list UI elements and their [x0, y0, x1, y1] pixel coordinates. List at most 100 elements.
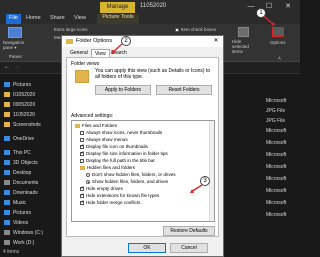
cancel-button[interactable]: Cancel	[170, 243, 208, 253]
nav-item-videos[interactable]: Videos	[4, 220, 28, 226]
file-type: Microsoft	[266, 212, 287, 218]
folder-icon	[66, 39, 73, 44]
option-dont-show-hidden[interactable]: Don't show hidden files, folders, or dri…	[86, 172, 176, 178]
tab-view[interactable]: View	[91, 49, 110, 57]
computer-icon	[4, 150, 10, 156]
checkbox-checked[interactable]	[80, 192, 85, 198]
file-type: JPG File	[266, 108, 286, 114]
dialog-close-button[interactable]: ✕	[210, 37, 222, 46]
checkbox[interactable]	[80, 158, 84, 163]
arrow-callout-1	[263, 15, 275, 26]
window-title: 11052020	[140, 3, 167, 9]
option-always-show-menus[interactable]: Always show menus	[80, 137, 128, 143]
nav-item-desktop[interactable]: Desktop	[4, 170, 31, 176]
options-label[interactable]: Options	[270, 40, 286, 45]
document-icon	[4, 180, 10, 186]
radio-button[interactable]	[86, 172, 90, 177]
file-type: Microsoft	[266, 176, 287, 182]
group-files-and-folders: Files and Folders	[75, 123, 117, 129]
option-hide-empty-drives[interactable]: Hide empty drives	[80, 185, 123, 192]
drive-icon	[4, 230, 10, 236]
nav-item-01052020[interactable]: 01052020	[4, 92, 35, 98]
checkbox-checked[interactable]	[80, 150, 85, 156]
apply-to-folders-button[interactable]: Apply to Folders	[95, 85, 151, 95]
cube-icon	[4, 160, 10, 166]
radio-button-selected[interactable]	[86, 179, 90, 184]
ribbon-tab-bar	[0, 14, 300, 24]
options-icon[interactable]	[272, 27, 284, 37]
desktop-icon	[4, 170, 10, 176]
nav-item-this-pc[interactable]: This PC	[4, 150, 31, 156]
ok-button[interactable]: OK	[128, 243, 166, 253]
checkbox[interactable]	[80, 130, 84, 135]
tab-general[interactable]: General	[67, 49, 91, 57]
dialog-title: Folder Options	[62, 36, 223, 47]
scrollbar[interactable]	[209, 121, 214, 221]
navigation-pane-label[interactable]: Navigation pane ▾	[3, 40, 33, 51]
option-display-file-size[interactable]: Display file size information in folder …	[80, 150, 168, 157]
group-hidden-files: Hidden files and folders	[80, 165, 135, 171]
hide-selected-label[interactable]: Hide selected items	[232, 39, 258, 54]
drive-icon	[4, 240, 10, 246]
reset-folders-button[interactable]: Reset Folders	[156, 85, 212, 95]
file-type: Microsoft	[266, 152, 287, 158]
nav-item-windows-c[interactable]: Windows (C:)	[4, 230, 43, 236]
tab-file[interactable]: File	[6, 14, 21, 24]
file-type: Microsoft	[266, 140, 287, 146]
nav-item-downloads[interactable]: Downloads	[4, 190, 38, 196]
video-icon	[4, 220, 10, 226]
navigation-pane-icon[interactable]	[8, 27, 22, 38]
tab-home[interactable]: Home	[26, 15, 41, 21]
nav-item-11052020[interactable]: 11052020	[4, 112, 35, 118]
extra-large-icons[interactable]: Extra large icons	[54, 27, 88, 32]
music-icon	[4, 200, 10, 206]
option-hide-extensions[interactable]: Hide extensions for known file types	[80, 192, 159, 199]
file-type: Microsoft	[266, 200, 287, 206]
folder-icon	[80, 165, 85, 170]
forward-arrow-icon[interactable]: →	[14, 64, 20, 70]
checkbox-checked[interactable]	[80, 143, 85, 149]
pictures-icon	[4, 82, 10, 88]
folder-icon	[4, 92, 10, 98]
checkbox-checked[interactable]	[80, 185, 85, 191]
manage-tab[interactable]: Manage	[100, 2, 135, 13]
restore-defaults-button[interactable]: Restore Defaults	[163, 226, 215, 236]
file-type: Microsoft	[266, 98, 287, 104]
option-display-full-path[interactable]: Display the full path in the title bar	[80, 158, 155, 164]
nav-item-screenshots[interactable]: Screenshots	[4, 122, 41, 128]
folder-views-heading: Folder views	[71, 61, 100, 67]
advanced-settings-heading: Advanced settings:	[71, 113, 114, 119]
item-check-boxes[interactable]: Item check boxes	[175, 27, 216, 32]
folder-icon	[4, 102, 10, 108]
option-show-hidden[interactable]: Show hidden files, folders, and drives	[86, 179, 168, 185]
back-arrow-icon[interactable]: ←	[4, 64, 10, 70]
nav-item-09052020[interactable]: 09052020	[4, 102, 35, 108]
tab-picture-tools[interactable]: Picture Tools	[97, 14, 139, 24]
nav-item-onedrive[interactable]: OneDrive	[4, 136, 34, 142]
tab-share[interactable]: Share	[50, 15, 65, 21]
nav-item-music[interactable]: Music	[4, 200, 26, 206]
folder-icon	[4, 122, 10, 128]
close-button[interactable]: ✕	[281, 1, 295, 13]
nav-item-3d-objects[interactable]: 3D Objects	[4, 160, 38, 166]
folder-icon	[4, 112, 10, 118]
tab-view[interactable]: View	[74, 15, 86, 21]
option-display-file-icon[interactable]: Display file icon on thumbnails	[80, 143, 148, 150]
nav-item-work-d[interactable]: Work (D:)	[4, 240, 34, 246]
file-type: Microsoft	[266, 188, 287, 194]
checkbox-checked[interactable]	[80, 199, 85, 205]
option-always-show-icons[interactable]: Always show icons, never thumbnails	[80, 130, 162, 136]
view-tab-panel: Folder views You can apply this view (su…	[66, 57, 219, 237]
arrow-callout-2	[111, 43, 123, 54]
folder-views-description: You can apply this view (such as Details…	[95, 68, 211, 80]
panes-label: Panes	[9, 54, 22, 59]
option-hide-merge-conflicts[interactable]: Hide folder merge conflicts	[80, 199, 140, 206]
arrow-callout-3	[190, 184, 203, 193]
nav-item-pictures[interactable]: Pictures	[4, 82, 31, 88]
nav-item-documents[interactable]: Documents	[4, 180, 38, 186]
checkbox[interactable]	[80, 137, 84, 142]
nav-item-pictures-2[interactable]: Pictures	[4, 210, 31, 216]
hide-selected-icon[interactable]	[238, 27, 249, 37]
advanced-settings-list[interactable]: Files and Folders Always show icons, nev…	[71, 120, 215, 222]
file-type: Microsoft	[266, 164, 287, 170]
